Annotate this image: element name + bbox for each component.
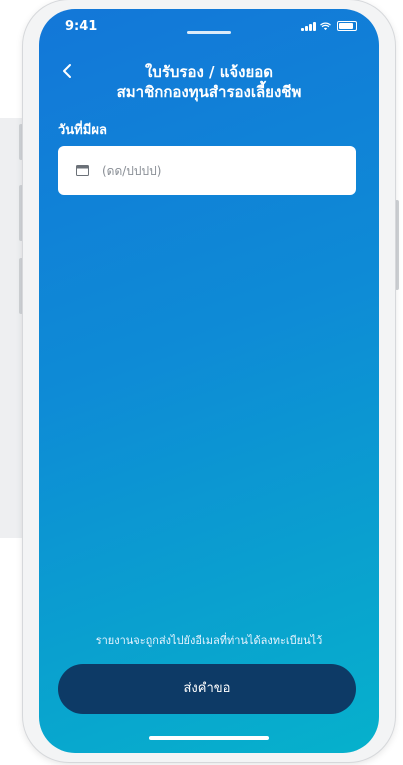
battery-icon	[337, 21, 357, 31]
back-button[interactable]	[55, 59, 79, 83]
app-screen: 9:41 ใบรับรอง / แจ้งยอด สมาชิกกองทุนสำรอ…	[39, 9, 379, 753]
page-title-line-1: ใบรับรอง / แจ้งยอด	[144, 63, 274, 81]
calendar-icon	[76, 165, 89, 176]
page-title-line-2: สมาชิกกองทุนสำรองเลี้ยงชีพ	[116, 83, 302, 101]
power-button	[395, 200, 399, 290]
submit-button[interactable]: ส่งคำขอ	[58, 664, 356, 714]
home-indicator	[149, 736, 269, 740]
status-bar: 9:41	[39, 9, 379, 39]
effective-date-input[interactable]: (ดด/ปปปป)	[58, 146, 356, 195]
chevron-left-icon	[63, 64, 71, 78]
wifi-icon	[320, 22, 331, 31]
email-notice: รายงานจะถูกส่งไปยังอีเมลที่ท่านได้ลงทะเบ…	[95, 634, 323, 647]
page-title: ใบรับรอง / แจ้งยอด สมาชิกกองทุนสำรองเลี้…	[79, 62, 339, 102]
effective-date-label: วันที่มีผล	[58, 123, 107, 138]
notch-speaker	[187, 31, 231, 34]
status-icons	[301, 21, 357, 31]
signal-icon	[301, 22, 316, 31]
date-placeholder: (ดด/ปปปป)	[102, 164, 162, 178]
status-time: 9:41	[65, 19, 98, 34]
